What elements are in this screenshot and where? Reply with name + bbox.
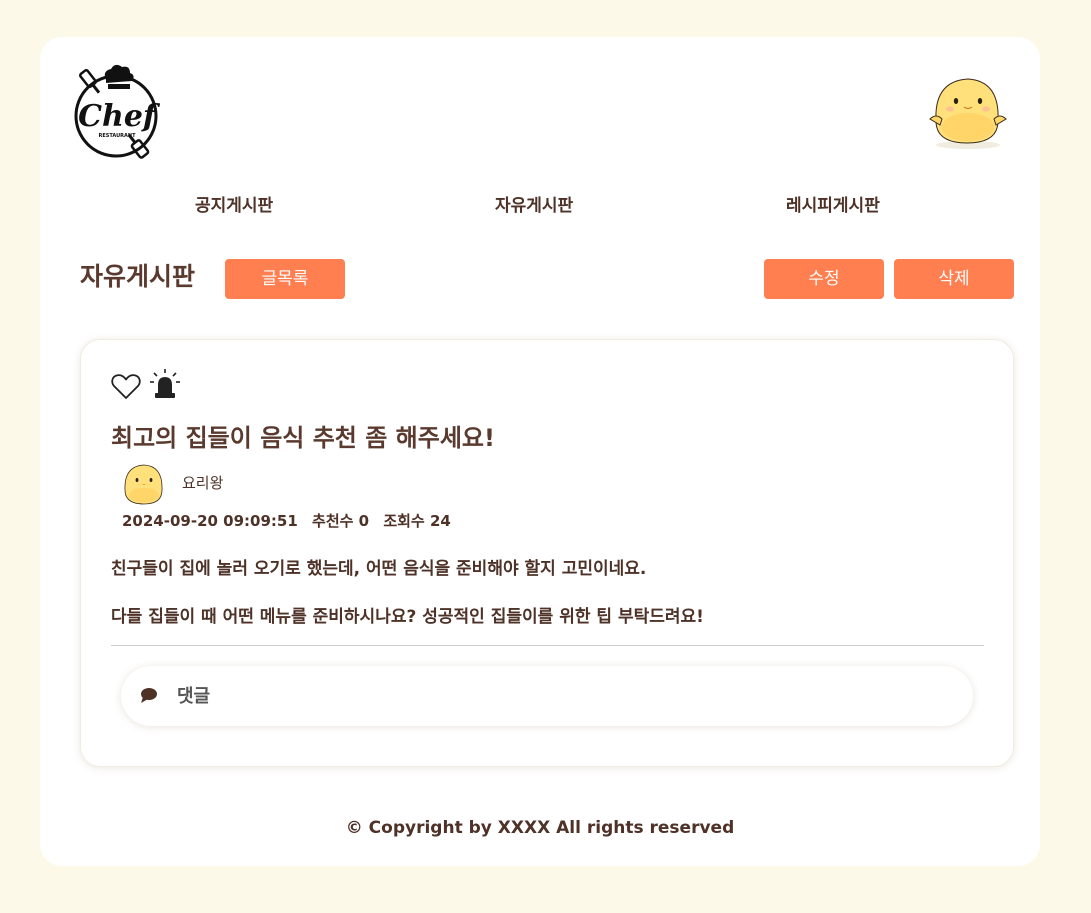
author-avatar[interactable] bbox=[121, 460, 167, 508]
post-date: 2024-09-20 09:09:51 bbox=[122, 512, 298, 530]
post-card: 최고의 집들이 음식 추천 좀 해주세요! 요리왕 2024-09-20 09:… bbox=[80, 339, 1014, 767]
comment-toggle[interactable]: 댓글 bbox=[121, 666, 973, 726]
post-list-button[interactable]: 글목록 bbox=[225, 259, 345, 299]
view-count: 조회수 24 bbox=[383, 512, 451, 530]
post-body-line: 친구들이 집에 놀러 오기로 했는데, 어떤 음식을 준비해야 할지 고민이네요… bbox=[111, 559, 647, 579]
edit-button[interactable]: 수정 bbox=[764, 259, 884, 299]
nav-item-recipe-board[interactable]: 레시피게시판 bbox=[786, 191, 880, 216]
nav-item-notice[interactable]: 공지게시판 bbox=[195, 191, 273, 216]
svg-text:RESTAURANT: RESTAURANT bbox=[99, 133, 137, 139]
speech-bubble-icon bbox=[141, 688, 157, 703]
chef-logo[interactable]: Chef RESTAURANT bbox=[68, 62, 164, 162]
comment-label: 댓글 bbox=[177, 686, 211, 707]
svg-text:Chef: Chef bbox=[78, 99, 161, 134]
siren-icon[interactable] bbox=[149, 368, 181, 400]
post-body-line: 다들 집들이 때 어떤 메뉴를 준비하시나요? 성공적인 집들이를 위한 팁 부… bbox=[111, 607, 704, 627]
footer-copyright: © Copyright by XXXX All rights reserved bbox=[345, 818, 735, 838]
delete-button[interactable]: 삭제 bbox=[894, 259, 1014, 299]
heart-icon[interactable] bbox=[110, 370, 142, 402]
nav-item-free-board[interactable]: 자유게시판 bbox=[495, 191, 573, 216]
profile-avatar[interactable] bbox=[926, 67, 1010, 153]
main-nav: 공지게시판 자유게시판 레시피게시판 bbox=[40, 191, 1040, 217]
recommend-count: 추천수 0 bbox=[312, 512, 370, 530]
main-card: Chef RESTAURANT 공지게시판 자유게시판 레시피게시판 자유게시판… bbox=[40, 37, 1040, 866]
post-title: 최고의 집들이 음식 추천 좀 해주세요! bbox=[111, 424, 495, 452]
post-meta: 2024-09-20 09:09:51 추천수 0 조회수 24 bbox=[122, 510, 460, 531]
board-title: 자유게시판 bbox=[80, 262, 196, 291]
author-name[interactable]: 요리왕 bbox=[182, 472, 223, 493]
divider bbox=[111, 645, 984, 646]
